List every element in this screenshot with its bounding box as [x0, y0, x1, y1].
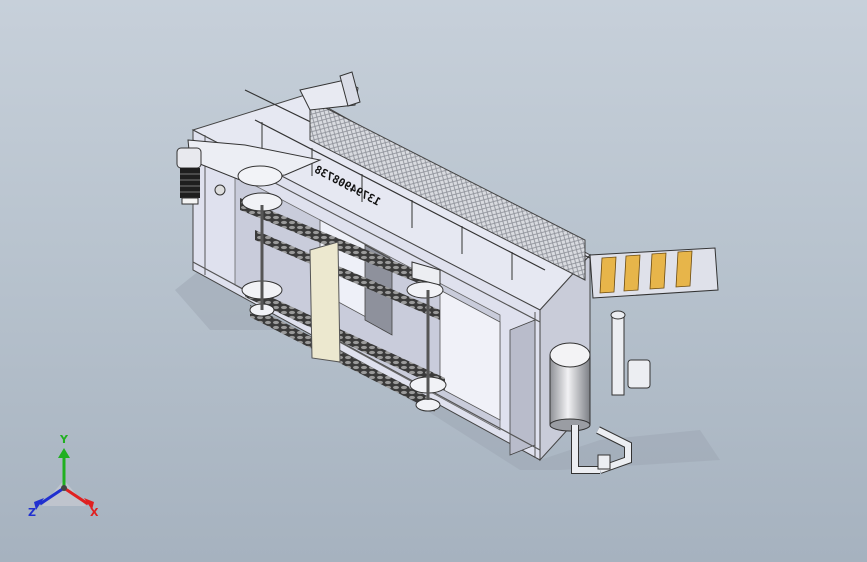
cad-graphics-viewport[interactable]: 13794908738 Y X Z [0, 0, 867, 562]
coordinate-triad: Y X Z [22, 434, 106, 522]
x-axis-label: X [90, 506, 99, 519]
z-axis-label: Z [28, 506, 36, 519]
drive-pulley [237, 165, 283, 187]
gear-motor [176, 147, 202, 205]
tank-right-box [509, 319, 536, 456]
y-axis-label: Y [60, 433, 68, 446]
pressure-tank [549, 342, 591, 432]
bearing-left [214, 184, 226, 196]
conveyor-machine-3d-model[interactable]: 13794908738 [0, 0, 867, 562]
discharge-grill [589, 247, 719, 299]
access-door [309, 241, 341, 363]
